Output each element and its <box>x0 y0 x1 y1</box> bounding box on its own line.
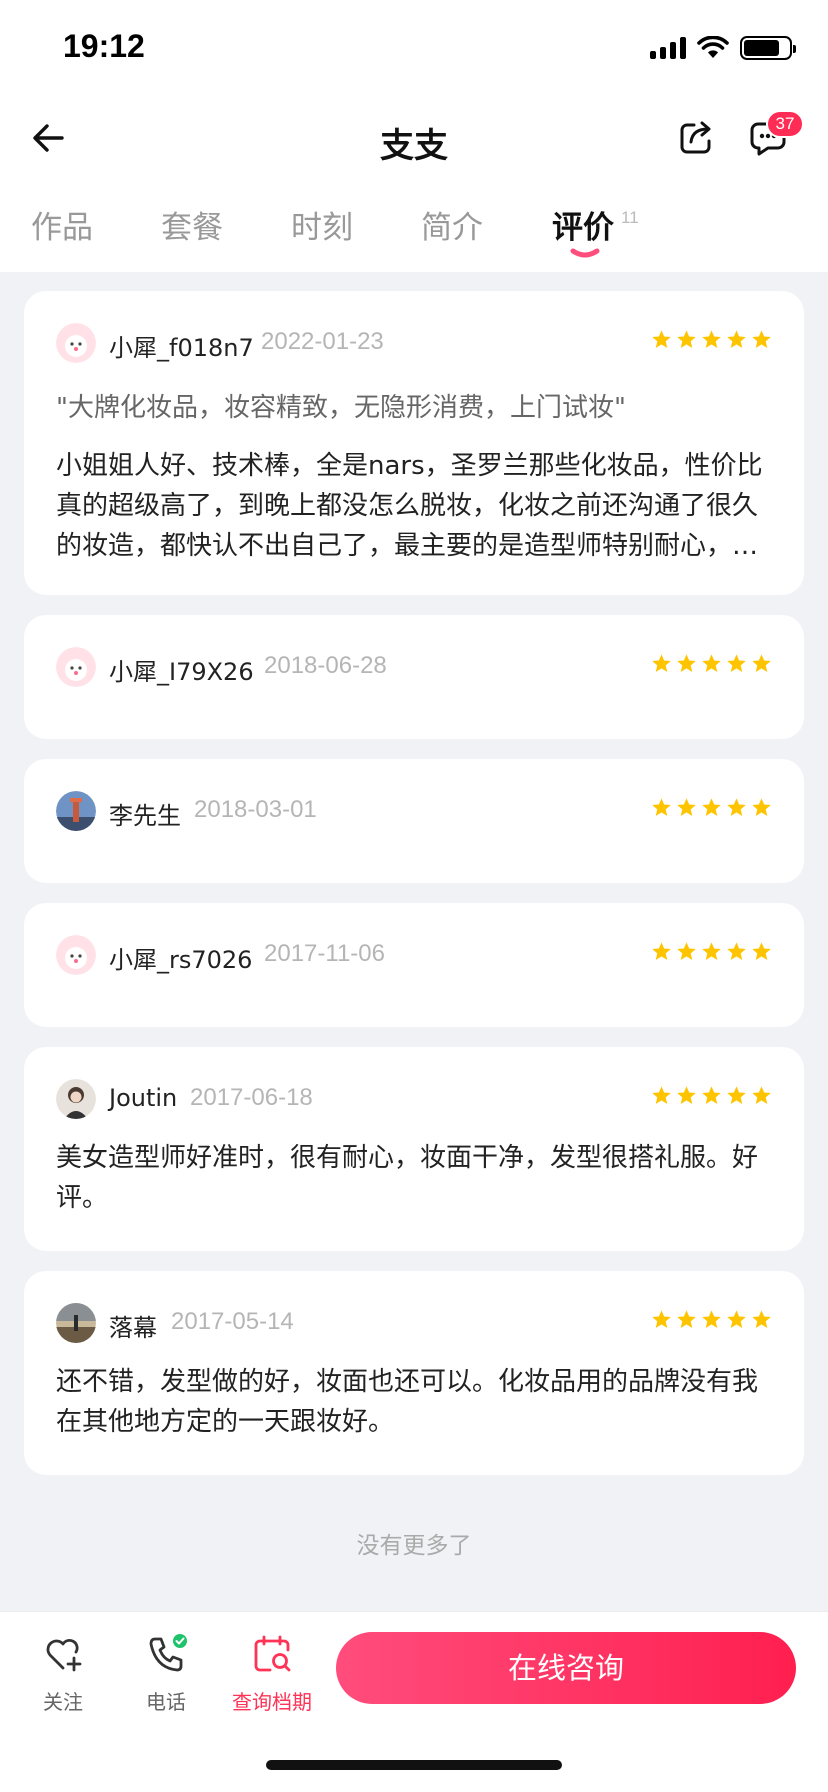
star-icon <box>677 1086 696 1104</box>
reviewer-name: 小犀_f018n7 <box>109 334 254 362</box>
status-bar: 19:12 <box>0 0 828 100</box>
phone-verified-icon <box>149 1634 187 1672</box>
star-icon <box>752 798 771 816</box>
tab-intro[interactable]: 简介 <box>421 202 483 247</box>
user-photo-avatar <box>56 1079 96 1119</box>
user-photo-avatar <box>56 1303 96 1343</box>
star-icon <box>677 330 696 348</box>
wifi-icon <box>697 36 729 58</box>
active-tab-indicator <box>570 248 600 258</box>
star-icon <box>652 798 671 816</box>
review-card[interactable]: 落幕 2017-05-14 还不错，发型做的好，妆面也还可以。化妆品用的品牌没有… <box>24 1271 804 1475</box>
star-icon <box>727 942 746 960</box>
review-quote: "大牌化妆品，妆容精致，无隐形消费，上门试妆" <box>56 393 626 423</box>
rating-stars <box>651 797 772 818</box>
star-icon <box>752 942 771 960</box>
star-icon <box>702 1310 721 1328</box>
follow-button[interactable]: 关注 <box>18 1632 108 1715</box>
default-avatar-icon <box>56 323 96 363</box>
star-icon <box>677 798 696 816</box>
default-avatar-icon <box>56 647 96 687</box>
online-consult-button[interactable]: 在线咨询 <box>336 1632 796 1704</box>
star-icon <box>752 1086 771 1104</box>
star-icon <box>702 1086 721 1104</box>
tab-works[interactable]: 作品 <box>31 202 93 247</box>
reviewer-name: 李先生 <box>109 802 181 830</box>
star-icon <box>652 330 671 348</box>
home-indicator <box>266 1760 562 1770</box>
review-date: 2018-06-28 <box>264 652 387 679</box>
review-date: 2017-06-18 <box>190 1084 313 1111</box>
rating-stars <box>651 1309 772 1330</box>
star-icon <box>727 798 746 816</box>
star-icon <box>652 1086 671 1104</box>
review-content: 还不错，发型做的好，妆面也还可以。化妆品用的品牌没有我在其他地方定的一天跟妆好。 <box>56 1367 759 1437</box>
reviewer-name: 小犀_rs7026 <box>109 946 253 974</box>
message-count-badge: 37 <box>766 110 804 138</box>
star-icon <box>727 654 746 672</box>
review-date: 2017-11-06 <box>264 940 385 967</box>
cellular-signal-icon <box>650 37 686 59</box>
status-icons <box>650 36 796 60</box>
review-card[interactable]: Joutin 2017-06-18 美女造型师好准时，很有耐心，妆面干净，发型很… <box>24 1047 804 1251</box>
star-icon <box>752 1310 771 1328</box>
review-card[interactable]: 小犀_I79X26 2018-06-28 <box>24 615 804 739</box>
star-icon <box>752 654 771 672</box>
review-card[interactable]: 小犀_f018n7 2022-01-23 "大牌化妆品，妆容精致，无隐形消费，上… <box>24 291 804 595</box>
end-of-list-text: 没有更多了 <box>356 1533 472 1559</box>
battery-icon <box>740 36 796 60</box>
tab-bar: 作品 套餐 时刻 简介 评价 11 <box>0 180 828 272</box>
screen: 19:12 支支 37 作品 套餐 时刻 简介 评价 11 小犀_f018n7 … <box>0 0 828 1792</box>
star-icon <box>702 942 721 960</box>
review-content: 小姐姐人好、技术棒，全是nars，圣罗兰那些化妆品，性价比真的超级高了，到晚上都… <box>56 451 763 561</box>
phone-button[interactable]: 电话 <box>121 1632 211 1715</box>
star-icon <box>652 942 671 960</box>
review-card[interactable]: 小犀_rs7026 2017-11-06 <box>24 903 804 1027</box>
review-date: 2018-03-01 <box>194 796 317 823</box>
star-icon <box>677 1310 696 1328</box>
nav-header: 支支 37 <box>0 100 828 180</box>
phone-label: 电话 <box>146 1690 186 1714</box>
follow-label: 关注 <box>43 1690 83 1714</box>
status-time: 19:12 <box>63 28 145 64</box>
review-date: 2022-01-23 <box>261 328 384 355</box>
tab-packages[interactable]: 套餐 <box>161 202 223 247</box>
tab-reviews[interactable]: 评价 <box>552 202 614 247</box>
default-avatar-icon <box>56 935 96 975</box>
star-icon <box>727 1086 746 1104</box>
rating-stars <box>651 653 772 674</box>
user-photo-avatar <box>56 791 96 831</box>
check-schedule-button[interactable]: 查询档期 <box>226 1632 318 1715</box>
star-icon <box>702 798 721 816</box>
star-icon <box>702 654 721 672</box>
reviewer-name: Joutin <box>109 1084 178 1112</box>
star-icon <box>752 330 771 348</box>
schedule-label: 查询档期 <box>232 1690 312 1714</box>
star-icon <box>652 1310 671 1328</box>
tab-reviews-count: 11 <box>621 208 639 227</box>
star-icon <box>702 330 721 348</box>
star-icon <box>727 330 746 348</box>
reviewer-name: 落幕 <box>109 1314 157 1342</box>
rating-stars <box>651 1085 772 1106</box>
reviewer-name: 小犀_I79X26 <box>109 658 254 686</box>
star-icon <box>677 654 696 672</box>
star-icon <box>727 1310 746 1328</box>
review-card[interactable]: 李先生 2018-03-01 <box>24 759 804 883</box>
share-icon[interactable] <box>674 116 718 160</box>
review-content: 美女造型师好准时，很有耐心，妆面干净，发型很搭礼服。好评。 <box>56 1143 759 1213</box>
calendar-search-icon <box>254 1635 291 1672</box>
rating-stars <box>651 329 772 350</box>
star-icon <box>652 654 671 672</box>
tab-moments[interactable]: 时刻 <box>291 202 353 247</box>
rating-stars <box>651 941 772 962</box>
heart-plus-icon <box>46 1639 82 1672</box>
review-date: 2017-05-14 <box>171 1308 294 1335</box>
star-icon <box>677 942 696 960</box>
